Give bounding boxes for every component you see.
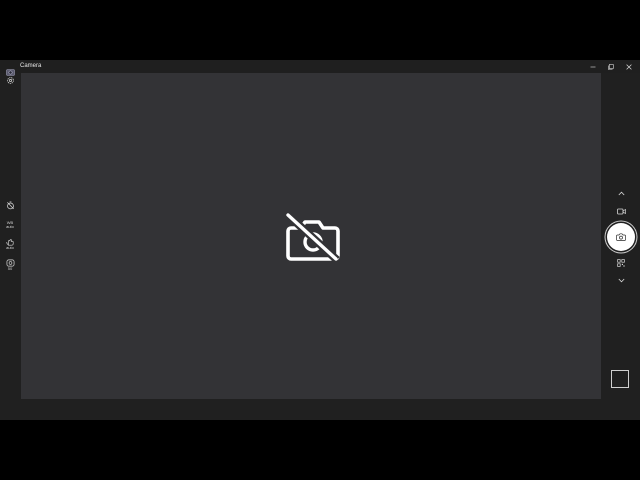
camera-window: Camera WB auto auto 50 [0,60,640,420]
barcode-mode-button[interactable] [614,257,628,269]
timer-button[interactable] [0,201,20,210]
exposure-value: auto [6,245,14,250]
video-icon [616,208,626,214]
white-balance-value: auto [6,224,14,229]
white-balance-button[interactable]: WB auto [0,220,20,229]
iso-value: 50 [7,266,13,271]
mode-down-button[interactable] [614,274,628,286]
take-photo-button[interactable] [607,223,635,251]
iso-button[interactable]: 50 [0,259,20,271]
gear-icon [6,77,14,84]
left-toolbar: WB auto auto 50 [0,73,20,420]
camera-app-icon [6,63,15,76]
camera-off-icon [284,212,340,262]
minimize-button[interactable] [584,60,602,73]
chevron-up-icon [618,191,624,195]
video-mode-button[interactable] [614,205,628,217]
chevron-down-icon [618,278,624,282]
camera-icon [616,233,626,241]
exposure-button[interactable]: auto [0,238,20,250]
maximize-icon [608,63,614,70]
gallery-thumbnail[interactable] [611,370,629,388]
timer-off-icon [6,201,14,210]
maximize-button[interactable] [602,60,620,73]
settings-button[interactable] [0,76,20,85]
close-icon [626,63,632,70]
mode-up-button[interactable] [614,187,628,199]
right-toolbar [602,73,640,420]
minimize-icon [590,66,596,67]
camera-preview[interactable] [21,73,601,399]
barcode-icon [617,259,625,267]
title-bar: Camera [0,60,640,76]
close-button[interactable] [620,60,638,73]
window-title: Camera [20,63,42,69]
